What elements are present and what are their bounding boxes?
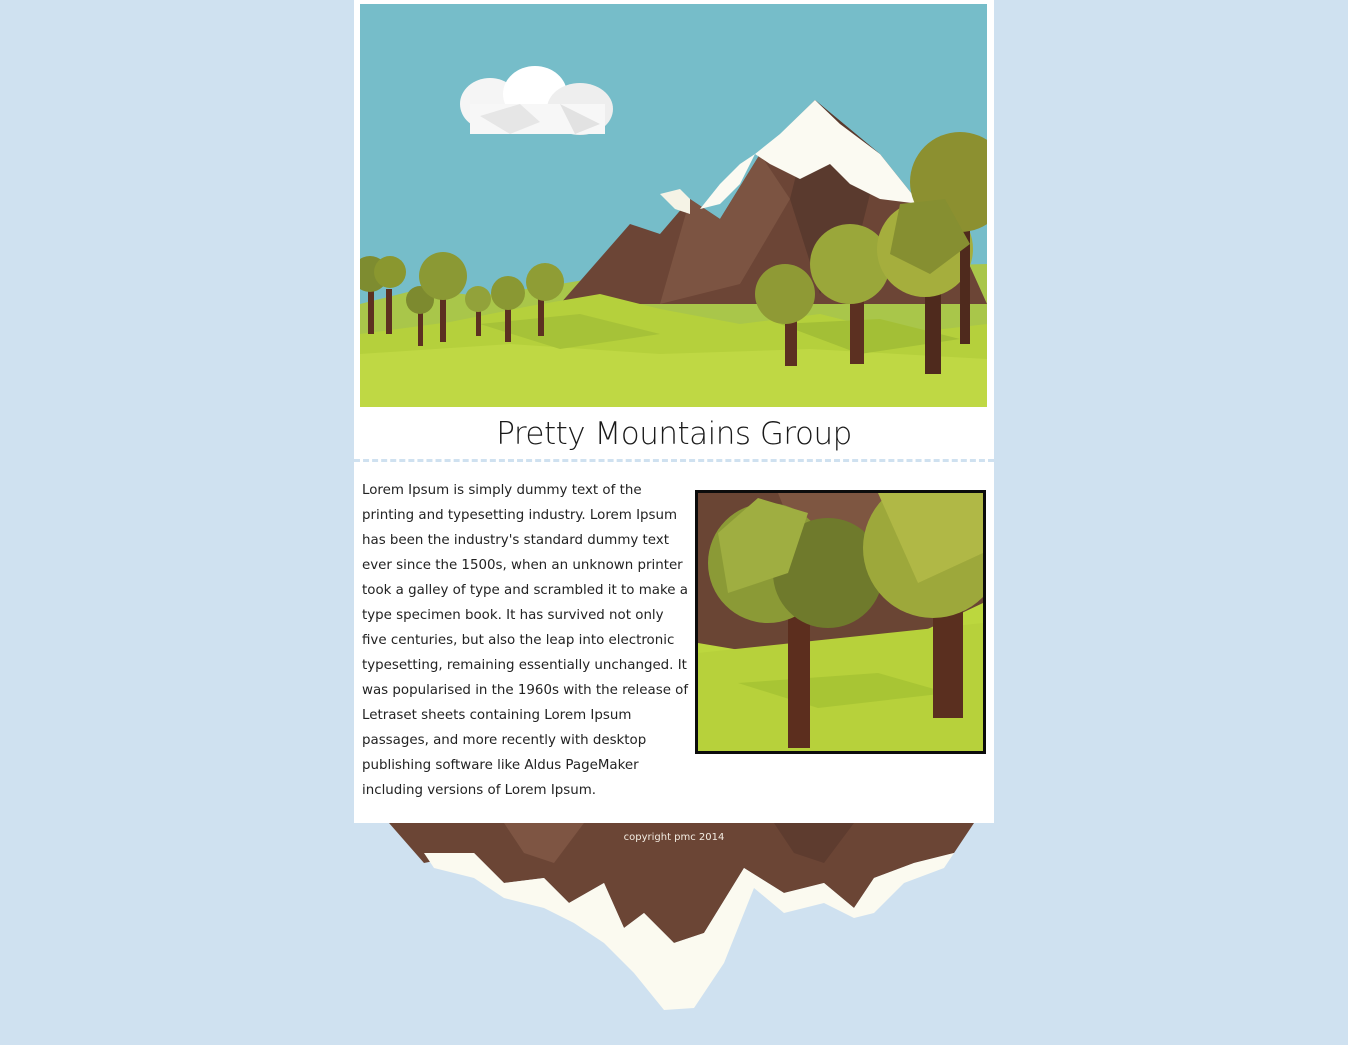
hero-landscape-image [360,4,987,407]
page-title: Pretty Mountains Group [496,416,852,452]
trees-thumbnail-image [695,490,986,754]
floating-island-underside [389,823,974,1010]
copyright-text: copyright pmc 2014 [623,832,725,843]
body-paragraph: Lorem Ipsum is simply dummy text of the … [362,483,689,798]
dashed-divider [354,459,994,462]
content-card: Pretty Mountains Group Lorem Ipsum is si… [354,0,994,823]
